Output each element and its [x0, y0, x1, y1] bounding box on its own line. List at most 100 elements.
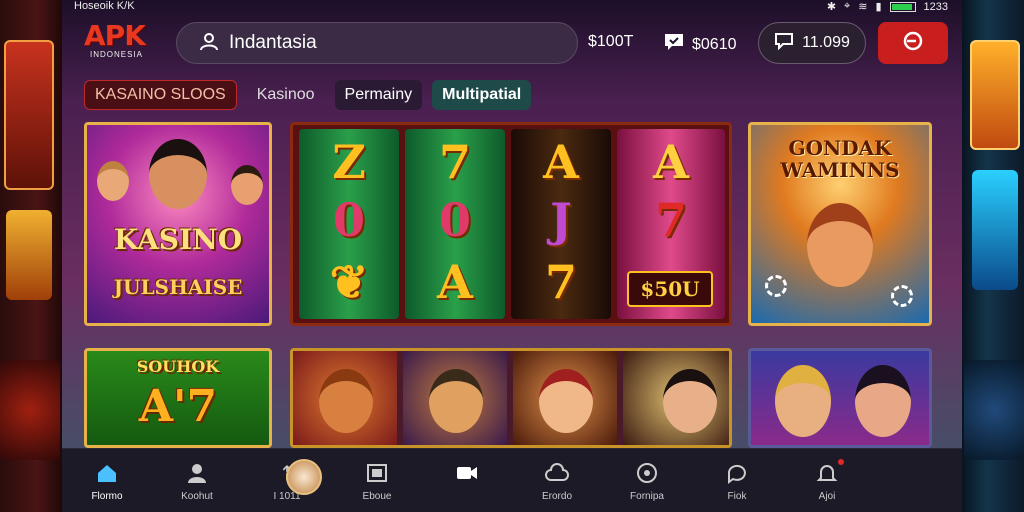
exit-button[interactable]: [878, 22, 948, 64]
tile-title: GONDAK WAMINNS: [780, 136, 900, 182]
nav-label: Fiok: [727, 491, 747, 502]
nav-item-eboue[interactable]: Eboue: [332, 449, 422, 512]
slot-reel: 7 0 A: [405, 129, 505, 319]
nav-item-ajoi[interactable]: Ajoi: [782, 449, 872, 512]
cloud-icon: [545, 461, 569, 485]
bluetooth-icon: ✱: [826, 1, 837, 13]
nav-label: Koohut: [181, 491, 213, 502]
app-main: Hoseoik K/K ✱ ⌖ ≋ ▮ 1233 APK INDONESIA $…: [62, 0, 962, 512]
lion-art: [429, 369, 483, 433]
right-arcade-decor: [962, 0, 1024, 512]
video-icon: [455, 461, 479, 485]
users-icon: [185, 461, 209, 485]
nav-item-home[interactable]: Flormo: [62, 449, 152, 512]
wallet-value: 11.099: [802, 34, 850, 51]
arcade-cabinet: [4, 40, 54, 190]
character-art: [663, 369, 717, 433]
character-art: [539, 369, 593, 433]
game-tile-slot-machine[interactable]: Z 0 ❦ 7 0 A A J 7 A 7 $50U: [290, 122, 732, 326]
bottom-nav: Flormo Koohut ⇡ I 1011 Eboue: [62, 448, 962, 512]
slot-reel: A 7 $50U: [617, 129, 725, 319]
message-stat[interactable]: $0610: [664, 33, 737, 56]
tab-multipatial[interactable]: Multipatial: [432, 80, 532, 110]
power-icon: [902, 30, 924, 57]
balance-stat: $100T: [588, 33, 633, 51]
tile-title: SOUHOK: [136, 357, 220, 376]
user-icon: [199, 31, 219, 56]
nav-label: Ajoi: [818, 491, 836, 502]
logo-text: APK: [84, 19, 146, 52]
nav-item-1011[interactable]: ⇡ I 1011: [242, 449, 332, 512]
lion-art: [319, 369, 373, 433]
balance-value: $100T: [588, 33, 634, 50]
nav-item-koohut[interactable]: Koohut: [152, 449, 242, 512]
avatar: [286, 459, 322, 495]
wifi-icon: ≋: [858, 1, 868, 13]
character-art: [97, 161, 129, 201]
tab-permainy[interactable]: Permainy: [334, 80, 423, 110]
arcade-cabinet: [0, 360, 60, 460]
chip-icon: [765, 275, 787, 297]
character-panel: [403, 351, 507, 445]
character-panel: [513, 351, 617, 445]
arcade-cabinet: [6, 210, 52, 300]
message-icon: [664, 33, 684, 56]
character-art: [807, 203, 873, 287]
tile-subtitle: JULSHAISE: [113, 275, 243, 299]
game-tile-characters[interactable]: [290, 348, 732, 448]
reel-symbol: 7: [654, 193, 687, 247]
reel-symbol: J: [550, 193, 572, 247]
nav-label: Flormo: [91, 491, 123, 502]
reel-symbol: Z: [332, 135, 366, 189]
left-arcade-decor: [0, 0, 62, 512]
frame-icon: [365, 461, 389, 485]
game-tile-gondak[interactable]: GONDAK WAMINNS: [748, 122, 932, 326]
message-value: $0610: [692, 35, 737, 53]
search-input[interactable]: [229, 32, 559, 54]
location-icon: ⌖: [844, 0, 851, 12]
status-bar: Hoseoik K/K ✱ ⌖ ≋ ▮ 1233: [62, 0, 962, 14]
app-logo[interactable]: APK INDONESIA: [84, 19, 164, 60]
reel-symbol: A: [653, 135, 689, 189]
reel-symbol: 7: [544, 255, 577, 309]
character-art: [231, 165, 263, 205]
app-header: APK INDONESIA $100T $0610 11.099: [62, 14, 962, 74]
reel-symbol: 7: [438, 135, 471, 189]
search-bar[interactable]: [176, 22, 578, 64]
game-tile-kasino[interactable]: KASINO JULSHAISE: [84, 122, 272, 326]
signal-icon: ▮: [875, 1, 882, 13]
nav-item-fiok[interactable]: Fiok: [692, 449, 782, 512]
nav-item-erordo[interactable]: Erordo: [512, 449, 602, 512]
wallet-button[interactable]: 11.099: [758, 22, 866, 64]
bell-icon: [815, 461, 839, 485]
status-carrier: Hoseoik K/K: [74, 0, 135, 12]
reel-symbol: ❦: [329, 255, 369, 309]
character-panel: [623, 351, 729, 445]
reel-symbol: 0: [438, 193, 471, 247]
target-icon: [635, 461, 659, 485]
game-tile-souhok[interactable]: SOUHOK A'7: [84, 348, 272, 448]
chip-icon: [891, 285, 913, 307]
reel-symbol: A: [543, 135, 579, 189]
slot-reel: A J 7: [511, 129, 611, 319]
notification-dot: [838, 459, 844, 465]
home-icon: [95, 461, 119, 485]
slot-reel: Z 0 ❦: [299, 129, 399, 319]
slot-bet-button[interactable]: $50U: [627, 271, 713, 307]
arcade-cabinet: [970, 40, 1020, 150]
chat-bubble-icon: [725, 461, 749, 485]
tile-title: KASINO: [113, 223, 243, 256]
logo-subtext: INDONESIA: [90, 50, 144, 59]
nav-item-fornipa[interactable]: Fornipa: [602, 449, 692, 512]
chat-icon: [774, 32, 794, 55]
tab-kasaino-sloos[interactable]: KASAINO SLOOS: [84, 80, 237, 110]
nav-item-video[interactable]: [422, 449, 512, 512]
nav-label: Eboue: [362, 491, 392, 502]
character-panel: [293, 351, 397, 445]
game-tile-couple[interactable]: [748, 348, 932, 448]
tab-kasinoo[interactable]: Kasinoo: [247, 80, 325, 110]
status-time: 1233: [923, 0, 948, 13]
battery-fill: [891, 3, 913, 10]
reel-symbol: A: [437, 255, 473, 309]
arcade-cabinet: [972, 170, 1018, 290]
